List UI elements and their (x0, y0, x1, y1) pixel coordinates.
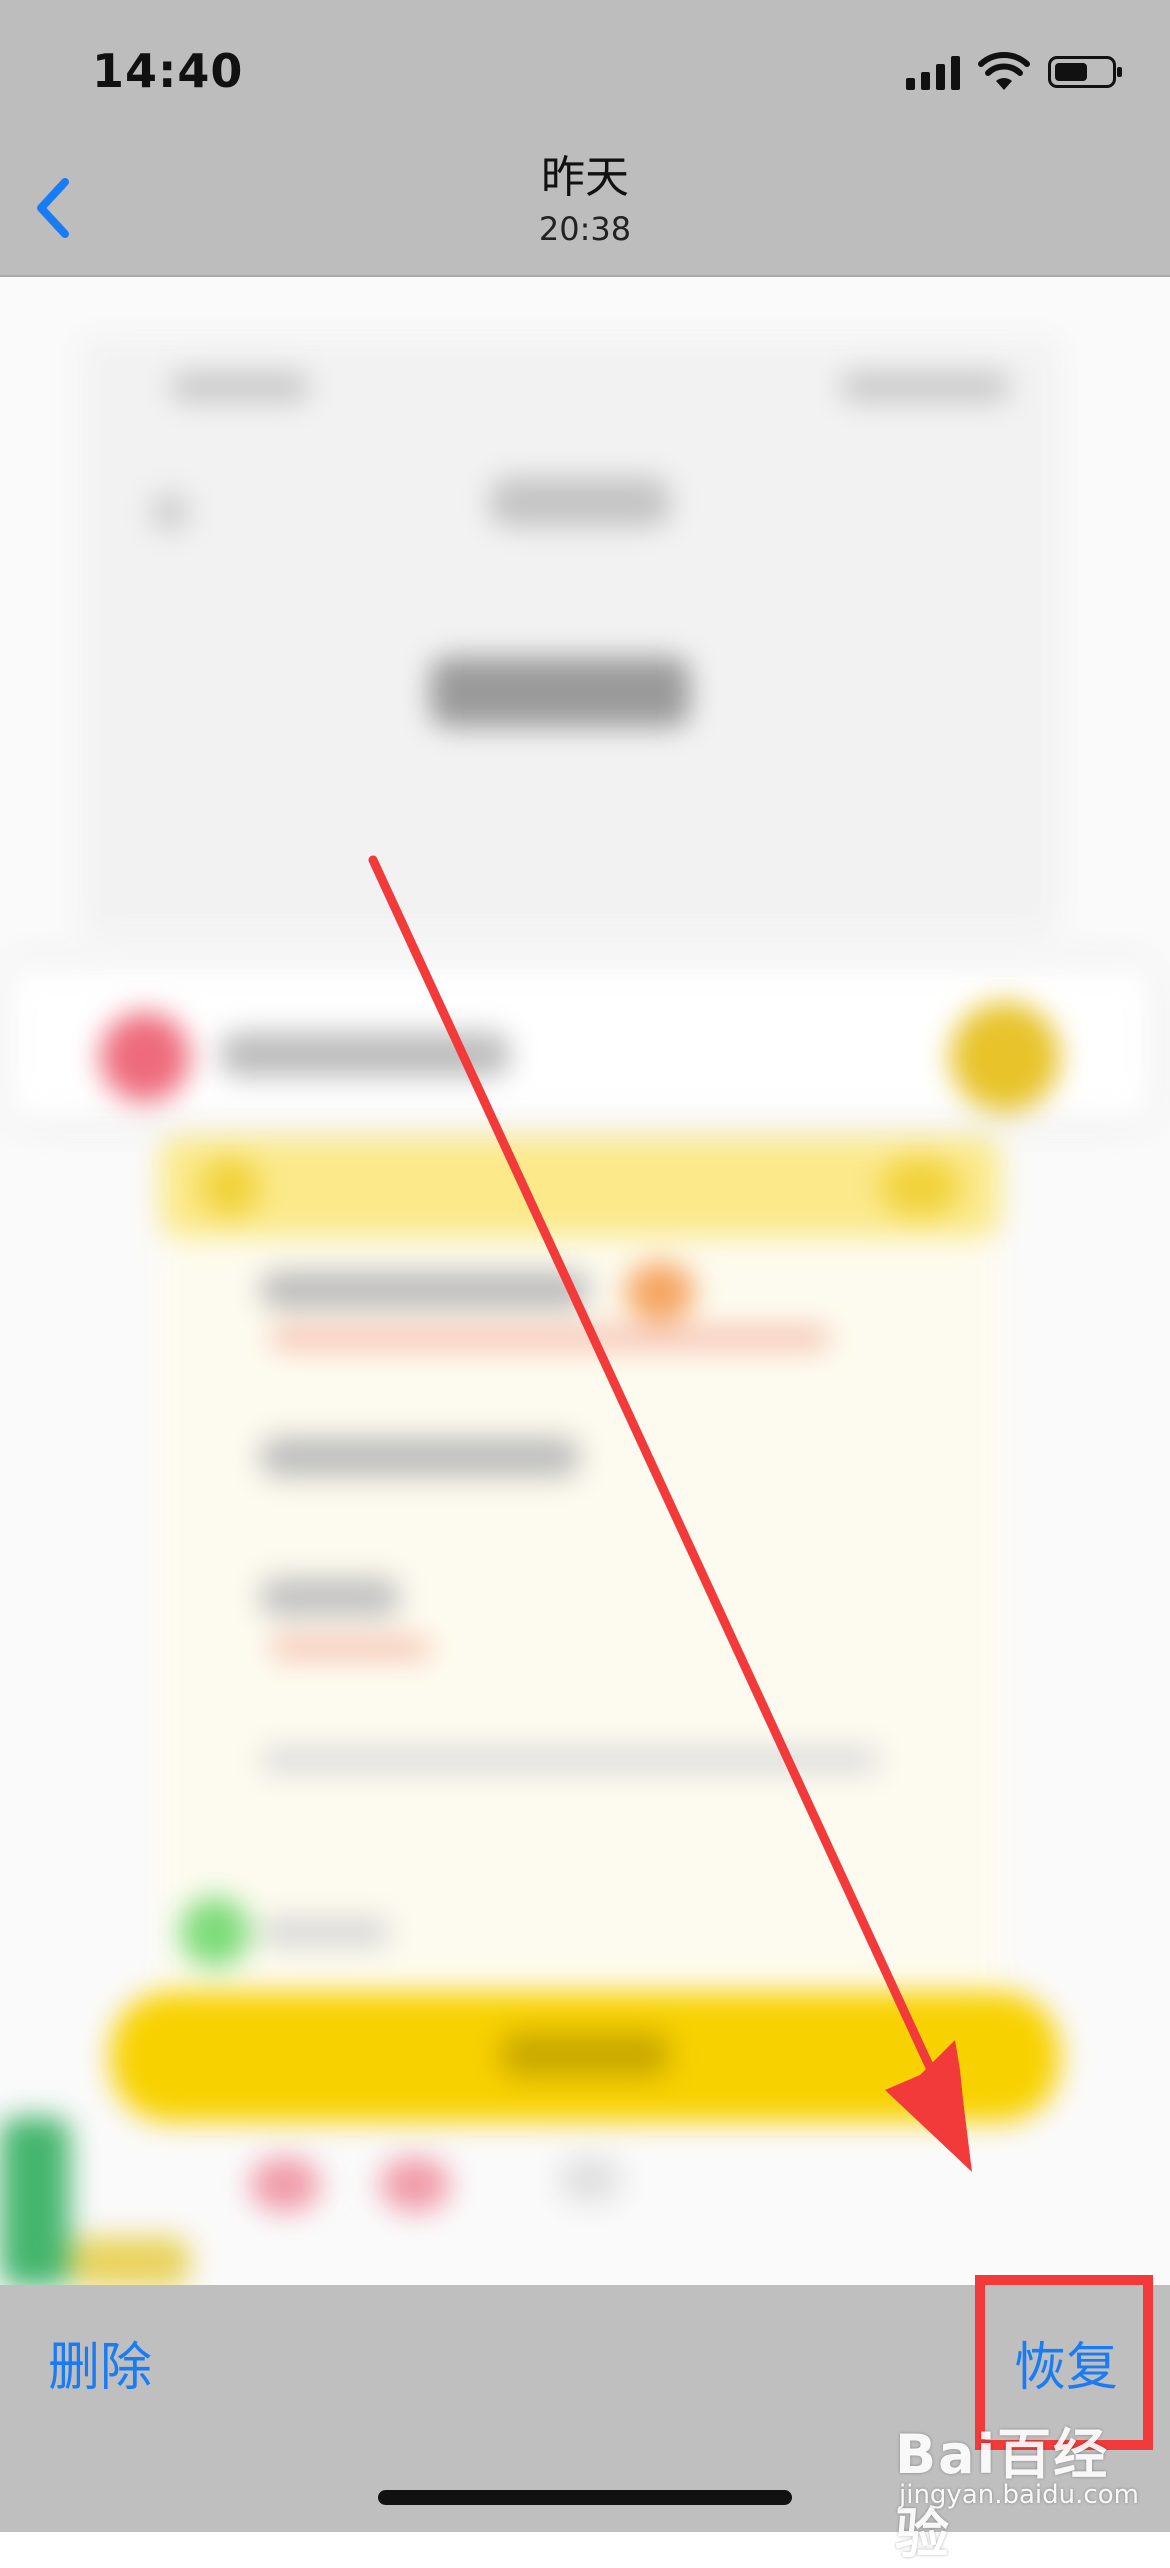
status-bar: 14:40 (0, 0, 1170, 150)
nav-subtitle: 20:38 (538, 210, 632, 248)
watermark-url: jingyan.baidu.com (899, 2480, 1139, 2510)
wifi-icon (978, 52, 1030, 90)
status-time: 14:40 (92, 44, 244, 98)
cellular-signal-icon (906, 54, 960, 90)
delete-button[interactable]: 删除 (48, 2325, 152, 2400)
status-icons (906, 52, 1122, 92)
battery-icon (1048, 56, 1122, 88)
photo-preview[interactable] (0, 277, 1170, 2285)
blurred-screenshot (0, 277, 1170, 2285)
watermark: Bai百经验 jingyan.baidu.com (895, 2410, 1165, 2565)
home-indicator (378, 2490, 792, 2505)
nav-title: 昨天 (541, 152, 629, 203)
